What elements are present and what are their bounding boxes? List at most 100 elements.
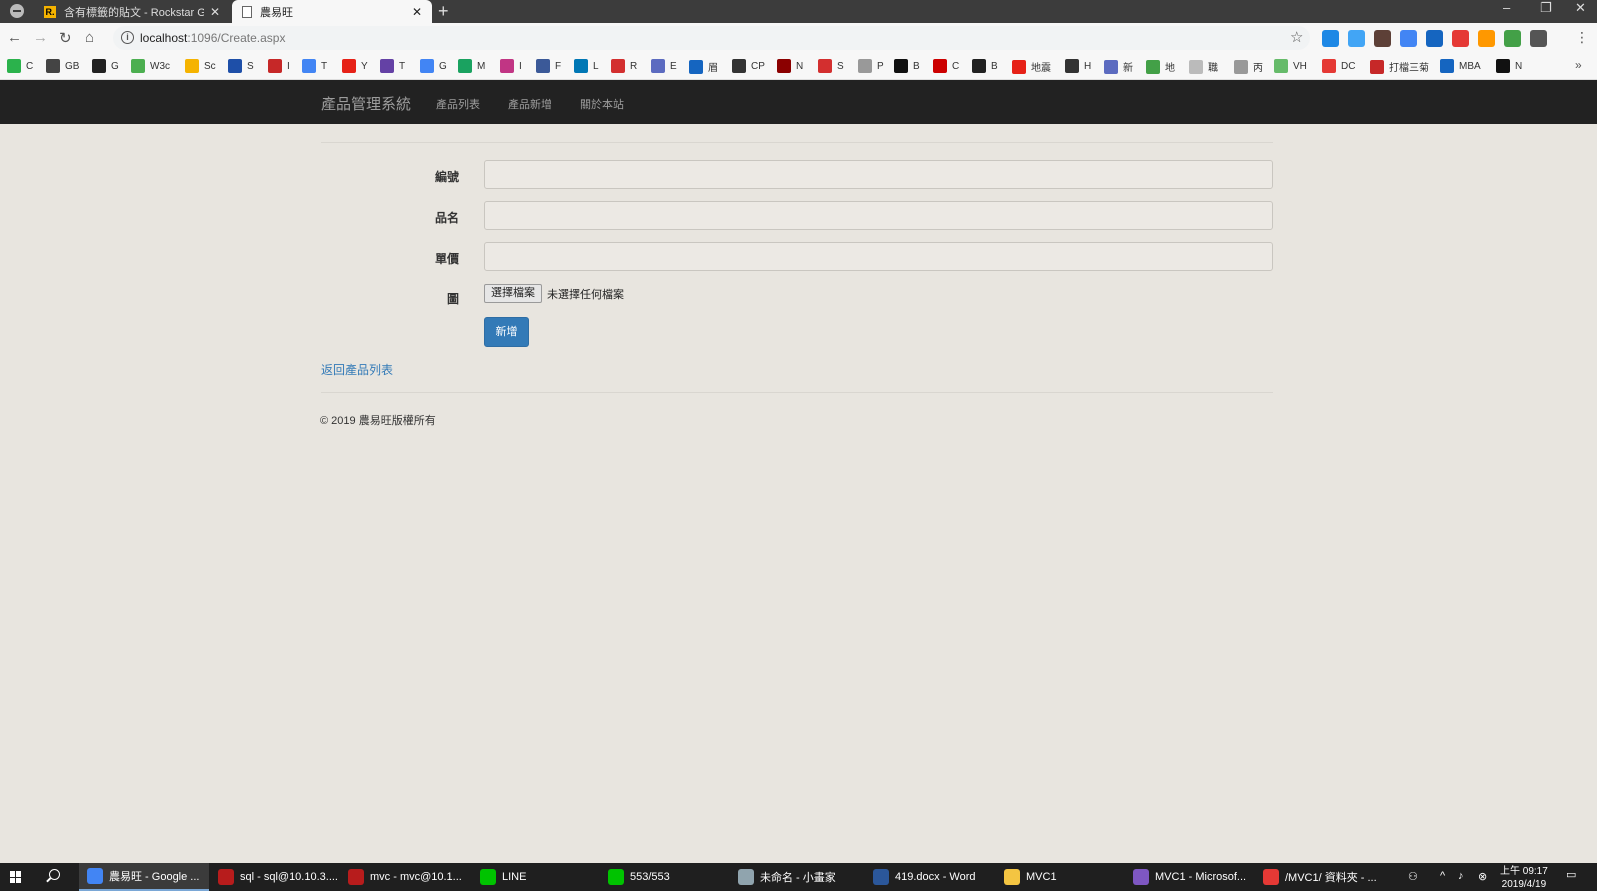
new-tab-icon[interactable]: + — [438, 1, 449, 22]
notifications-icon[interactable]: ▭ — [1566, 868, 1576, 881]
forward-arrow-icon[interactable]: → — [33, 29, 48, 46]
taskbar-item[interactable]: MVC1 - Microsof... — [1125, 863, 1253, 891]
bookmark-item[interactable]: H — [1065, 59, 1091, 73]
extension-icon[interactable] — [1530, 30, 1547, 47]
bookmark-item[interactable]: G — [92, 59, 119, 73]
network-icon[interactable]: ⊗ — [1478, 870, 1487, 883]
volume-icon[interactable]: ♪ — [1458, 870, 1464, 882]
bookmark-item[interactable]: 地 — [1146, 59, 1175, 74]
bookmark-item[interactable]: Sc — [185, 59, 216, 73]
extension-icon[interactable] — [1478, 30, 1495, 47]
taskbar-item[interactable]: 未命名 - 小畫家 — [730, 863, 862, 891]
extension-icon[interactable] — [1322, 30, 1339, 47]
minimize-icon[interactable]: ‒ — [1503, 0, 1510, 15]
bookmark-item[interactable]: 地震 — [1012, 59, 1051, 74]
bookmark-item[interactable]: 丙 — [1234, 59, 1263, 74]
bookmark-item[interactable]: GB — [46, 59, 79, 73]
reload-icon[interactable]: ↻ — [59, 29, 72, 47]
extension-icon[interactable] — [1504, 30, 1521, 47]
back-arrow-icon[interactable]: ← — [7, 29, 22, 46]
extension-icon[interactable] — [1348, 30, 1365, 47]
clock[interactable]: 上午 09:17 2019/4/19 — [1500, 865, 1548, 891]
taskbar-item[interactable]: sql - sql@10.10.3.... — [210, 863, 338, 891]
bookmark-item[interactable]: S — [228, 59, 254, 73]
close-tab-icon[interactable]: ✕ — [210, 5, 220, 19]
bookmark-star-icon[interactable]: ☆ — [1290, 28, 1303, 46]
bookmark-item[interactable]: Y — [342, 59, 368, 73]
bookmark-item[interactable]: E — [651, 59, 677, 73]
bookmark-item[interactable]: VH — [1274, 59, 1307, 73]
people-icon[interactable]: ⚇ — [1408, 870, 1418, 883]
bookmark-item[interactable]: F — [536, 59, 561, 73]
bookmark-item[interactable]: T — [380, 59, 405, 73]
nav-link-product-list[interactable]: 產品列表 — [436, 96, 480, 112]
taskbar-item[interactable]: MVC1 — [996, 863, 1122, 891]
nav-link-about[interactable]: 關於本站 — [580, 96, 624, 112]
taskbar-item[interactable]: mvc - mvc@10.1... — [340, 863, 468, 891]
bookmark-item[interactable]: M — [458, 59, 485, 73]
bookmark-item[interactable]: 眉 — [689, 59, 718, 74]
extension-icon[interactable] — [1400, 30, 1417, 47]
bookmark-item[interactable]: DC — [1322, 59, 1355, 73]
bookmark-item[interactable]: S — [818, 59, 844, 73]
name-input[interactable] — [484, 201, 1273, 230]
taskbar-item[interactable]: 農易旺 - Google ... — [79, 863, 209, 891]
bookmark-item[interactable]: L — [574, 59, 599, 73]
bookmark-item[interactable]: G — [420, 59, 447, 73]
app-icon — [87, 868, 103, 884]
bookmark-item[interactable]: W3c — [131, 59, 170, 73]
bookmark-item[interactable]: I — [500, 59, 522, 73]
nav-link-product-create[interactable]: 產品新增 — [508, 96, 552, 112]
taskbar-item[interactable]: LINE — [472, 863, 597, 891]
extension-icon[interactable] — [1426, 30, 1443, 47]
extension-icon[interactable] — [1374, 30, 1391, 47]
browser-tab-active[interactable]: 農易旺 ✕ — [232, 0, 432, 23]
page-favicon-icon — [242, 5, 252, 18]
taskbar-item[interactable]: /MVC1/ 資料夾 - ... — [1255, 863, 1390, 891]
bookmark-item[interactable]: T — [302, 59, 327, 73]
close-window-icon[interactable]: ✕ — [1575, 0, 1586, 16]
bookmark-label: M — [477, 60, 486, 72]
bookmark-item[interactable]: 職 — [1189, 59, 1218, 74]
bookmark-item[interactable]: I — [268, 59, 290, 73]
tray-expand-icon[interactable]: ^ — [1440, 870, 1445, 882]
bookmark-favicon-icon — [92, 59, 106, 73]
price-input[interactable] — [484, 242, 1273, 271]
windows-start-icon[interactable] — [10, 871, 22, 883]
extension-icon[interactable] — [1452, 30, 1469, 47]
window-menu-icon[interactable] — [10, 4, 24, 18]
bookmark-item[interactable]: N — [777, 59, 803, 73]
bookmark-favicon-icon — [500, 59, 514, 73]
choose-file-button[interactable]: 選擇檔案 — [484, 284, 542, 303]
more-bookmarks-icon[interactable]: » — [1575, 58, 1582, 72]
close-tab-icon[interactable]: ✕ — [412, 5, 422, 19]
bookmark-item[interactable]: 打檔三菊 — [1370, 59, 1429, 74]
browser-menu-icon[interactable]: ⋮ — [1575, 29, 1589, 46]
bookmark-label: CP — [751, 60, 765, 72]
bookmark-item[interactable]: B — [894, 59, 920, 73]
bookmark-item[interactable]: P — [858, 59, 884, 73]
bookmark-item[interactable]: C — [933, 59, 959, 73]
bookmark-favicon-icon — [228, 59, 242, 73]
taskbar-item[interactable]: 553/553 — [600, 863, 728, 891]
search-icon[interactable] — [49, 869, 60, 880]
bookmark-item[interactable]: MBA — [1440, 59, 1481, 73]
bookmark-item[interactable]: R — [611, 59, 637, 73]
home-icon[interactable]: ⌂ — [85, 29, 94, 46]
bookmark-item[interactable]: CP — [732, 59, 765, 73]
create-button[interactable]: 新增 — [484, 317, 529, 347]
info-icon[interactable]: i — [121, 31, 134, 44]
app-icon — [1133, 869, 1149, 885]
taskbar-item[interactable]: 419.docx - Word — [865, 863, 993, 891]
back-to-list-link[interactable]: 返回產品列表 — [321, 361, 393, 378]
bookmark-item[interactable]: C — [7, 59, 33, 73]
site-brand[interactable]: 產品管理系統 — [321, 93, 411, 114]
bookmark-label: 地 — [1165, 63, 1175, 74]
browser-tab-rockstar[interactable]: R. 含有標籤的貼文 - Rockstar Games ✕ — [34, 0, 230, 23]
bookmark-item[interactable]: B — [972, 59, 998, 73]
id-input[interactable] — [484, 160, 1273, 189]
address-bar[interactable]: i localhost:1096/Create.aspx ☆ — [113, 26, 1310, 50]
bookmark-item[interactable]: N — [1496, 59, 1522, 73]
restore-icon[interactable]: ❐ — [1540, 0, 1552, 16]
bookmark-item[interactable]: 新 — [1104, 59, 1133, 74]
